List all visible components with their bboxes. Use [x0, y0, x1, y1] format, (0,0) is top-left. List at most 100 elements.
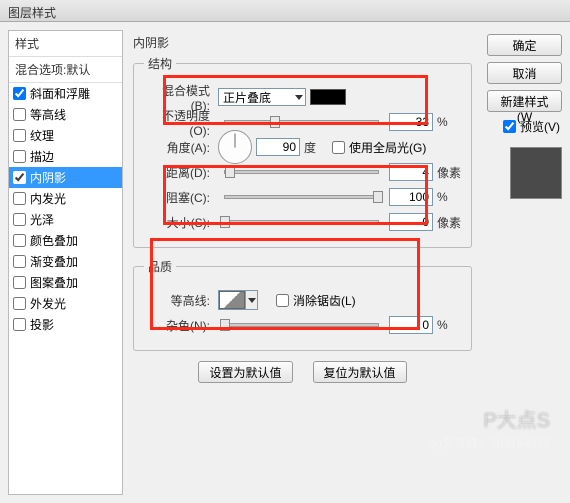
contour-picker[interactable]	[218, 290, 258, 310]
size-input[interactable]	[389, 213, 433, 231]
size-row: 大小(S): 像素	[144, 212, 461, 232]
structure-legend: 结构	[144, 55, 176, 72]
style-label: 描边	[30, 148, 54, 165]
noise-slider[interactable]	[224, 323, 379, 327]
angle-dial[interactable]	[218, 130, 252, 164]
antialias-label: 消除锯齿(L)	[293, 292, 356, 309]
distance-row: 距离(D): 像素	[144, 162, 461, 182]
noise-label: 杂色(N):	[144, 317, 214, 334]
style-checkbox[interactable]	[13, 129, 26, 142]
center-panel: 内阴影 结构 混合模式(B): 正片叠底 不透明度(O): % 角度(A):	[123, 30, 482, 495]
sidebar-item-7[interactable]: 颜色叠加	[9, 230, 122, 251]
style-checkbox[interactable]	[13, 234, 26, 247]
watermark: P大点S	[483, 404, 550, 433]
choke-label: 阻塞(C):	[144, 189, 214, 206]
contour-preview-icon	[219, 291, 245, 309]
noise-row: 杂色(N): %	[144, 315, 461, 335]
distance-label: 距离(D):	[144, 164, 214, 181]
sidebar-item-2[interactable]: 纹理	[9, 125, 122, 146]
angle-label: 角度(A):	[144, 139, 214, 156]
style-checkbox[interactable]	[13, 318, 26, 331]
structure-group: 结构 混合模式(B): 正片叠底 不透明度(O): % 角度(A): 度	[133, 55, 472, 248]
preview-toggle: 预览(V)	[503, 118, 562, 135]
sidebar-item-6[interactable]: 光泽	[9, 209, 122, 230]
style-checkbox[interactable]	[13, 150, 26, 163]
style-label: 图案叠加	[30, 274, 78, 291]
quality-group: 品质 等高线: 消除锯齿(L) 杂色(N): %	[133, 258, 472, 351]
antialias-checkbox[interactable]	[276, 294, 289, 307]
style-checkbox[interactable]	[13, 213, 26, 226]
sidebar-item-1[interactable]: 等高线	[9, 104, 122, 125]
sidebar-item-4[interactable]: 内阴影	[9, 167, 122, 188]
distance-input[interactable]	[389, 163, 433, 181]
contour-label: 等高线:	[144, 292, 214, 309]
shadow-color-swatch[interactable]	[310, 89, 346, 105]
reset-default-button[interactable]: 复位为默认值	[313, 361, 407, 383]
chevron-down-icon	[245, 291, 257, 309]
default-buttons-row: 设置为默认值 复位为默认值	[133, 361, 472, 383]
style-label: 渐变叠加	[30, 253, 78, 270]
style-label: 斜面和浮雕	[30, 85, 90, 102]
opacity-input[interactable]	[389, 113, 433, 131]
style-list: 斜面和浮雕等高线纹理描边内阴影内发光光泽颜色叠加渐变叠加图案叠加外发光投影	[9, 83, 122, 335]
style-checkbox[interactable]	[13, 276, 26, 289]
angle-unit: 度	[304, 139, 328, 156]
style-checkbox[interactable]	[13, 297, 26, 310]
cancel-button[interactable]: 取消	[487, 62, 562, 84]
opacity-row: 不透明度(O): %	[144, 112, 461, 132]
choke-input[interactable]	[389, 188, 433, 206]
preview-checkbox[interactable]	[503, 120, 516, 133]
sidebar-item-8[interactable]: 渐变叠加	[9, 251, 122, 272]
style-checkbox[interactable]	[13, 192, 26, 205]
blend-mode-value: 正片叠底	[223, 89, 271, 106]
global-light-checkbox[interactable]	[332, 141, 345, 154]
sidebar-item-0[interactable]: 斜面和浮雕	[9, 83, 122, 104]
set-default-button[interactable]: 设置为默认值	[198, 361, 292, 383]
sidebar-item-11[interactable]: 投影	[9, 314, 122, 335]
noise-unit: %	[437, 318, 461, 332]
style-label: 光泽	[30, 211, 54, 228]
noise-input[interactable]	[389, 316, 433, 334]
blend-mode-combo[interactable]: 正片叠底	[218, 88, 306, 106]
size-unit: 像素	[437, 214, 461, 231]
sidebar-item-10[interactable]: 外发光	[9, 293, 122, 314]
style-label: 内阴影	[30, 169, 66, 186]
style-label: 内发光	[30, 190, 66, 207]
choke-slider[interactable]	[224, 195, 379, 199]
quality-legend: 品质	[144, 258, 176, 275]
style-label: 投影	[30, 316, 54, 333]
angle-input[interactable]	[256, 138, 300, 156]
style-checkbox[interactable]	[13, 255, 26, 268]
window-titlebar: 图层样式	[0, 0, 570, 22]
sidebar-item-3[interactable]: 描边	[9, 146, 122, 167]
opacity-label: 不透明度(O):	[144, 107, 214, 138]
angle-row: 角度(A): 度 使用全局光(G)	[144, 137, 461, 157]
style-label: 外发光	[30, 295, 66, 312]
size-slider[interactable]	[224, 220, 379, 224]
panel-title: 内阴影	[133, 34, 472, 51]
style-label: 纹理	[30, 127, 54, 144]
chevron-down-icon	[295, 95, 303, 100]
blend-options-default[interactable]: 混合选项:默认	[9, 57, 122, 83]
style-checkbox[interactable]	[13, 171, 26, 184]
styles-header: 样式	[9, 31, 122, 57]
global-light-label: 使用全局光(G)	[349, 139, 426, 156]
blend-mode-row: 混合模式(B): 正片叠底	[144, 87, 461, 107]
styles-list-panel: 样式 混合选项:默认 斜面和浮雕等高线纹理描边内阴影内发光光泽颜色叠加渐变叠加图…	[8, 30, 123, 495]
new-style-button[interactable]: 新建样式(W	[487, 90, 562, 112]
choke-unit: %	[437, 190, 461, 204]
distance-unit: 像素	[437, 164, 461, 181]
opacity-unit: %	[437, 115, 461, 129]
style-checkbox[interactable]	[13, 108, 26, 121]
choke-row: 阻塞(C): %	[144, 187, 461, 207]
contour-row: 等高线: 消除锯齿(L)	[144, 290, 461, 310]
opacity-slider[interactable]	[224, 120, 379, 124]
sidebar-item-9[interactable]: 图案叠加	[9, 272, 122, 293]
ok-button[interactable]: 确定	[487, 34, 562, 56]
preview-swatch	[510, 147, 562, 199]
style-label: 颜色叠加	[30, 232, 78, 249]
style-checkbox[interactable]	[13, 87, 26, 100]
distance-slider[interactable]	[224, 170, 379, 174]
size-label: 大小(S):	[144, 214, 214, 231]
sidebar-item-5[interactable]: 内发光	[9, 188, 122, 209]
